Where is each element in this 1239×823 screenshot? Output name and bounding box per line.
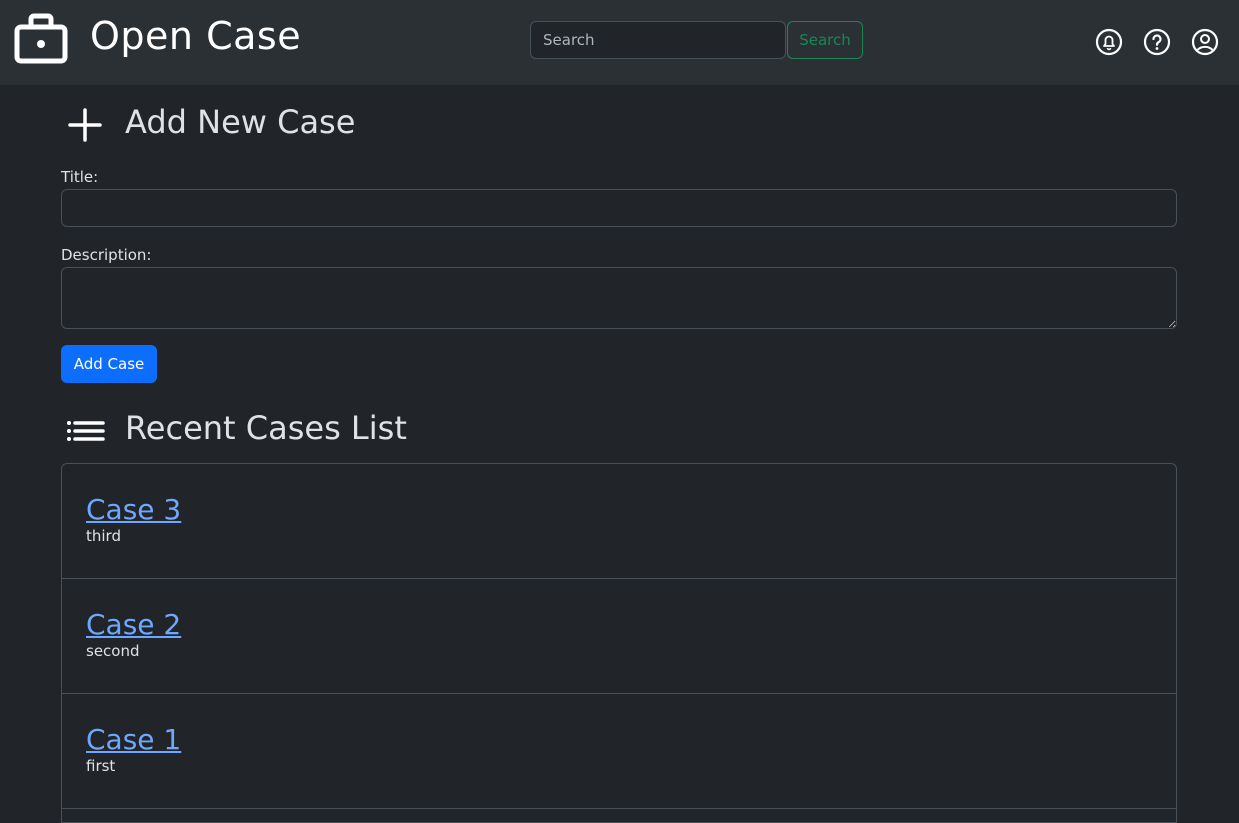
case-link[interactable]: Case 1 [86,722,181,758]
case-description: second [86,642,140,660]
user-circle-icon[interactable] [1191,28,1219,56]
top-navbar: Open Case Search [0,0,1239,85]
case-link[interactable]: Case 3 [86,492,181,528]
recent-cases-list: Case 3 third Case 2 second Case 1 first [61,463,1177,823]
case-link[interactable]: Case 2 [86,607,181,643]
bell-icon[interactable] [1095,28,1123,56]
help-icon[interactable] [1143,28,1171,56]
recent-cases-title: Recent Cases List [125,409,407,447]
description-field[interactable] [61,267,1177,329]
search-button[interactable]: Search [787,21,863,59]
description-label: Description: [61,246,152,264]
case-description: third [86,527,121,545]
list-icon [67,421,105,441]
briefcase-icon [14,13,68,64]
list-item: Case 3 third [62,464,1176,579]
search-input[interactable] [530,21,786,59]
title-field[interactable] [61,189,1177,227]
list-item: Case 1 first [62,694,1176,809]
title-label: Title: [61,168,99,186]
list-item: Case 2 second [62,579,1176,694]
add-case-button[interactable]: Add Case [61,345,157,383]
add-case-title: Add New Case [125,103,356,141]
plus-icon [68,108,102,142]
case-description: first [86,757,116,775]
app-title[interactable]: Open Case [90,13,301,59]
